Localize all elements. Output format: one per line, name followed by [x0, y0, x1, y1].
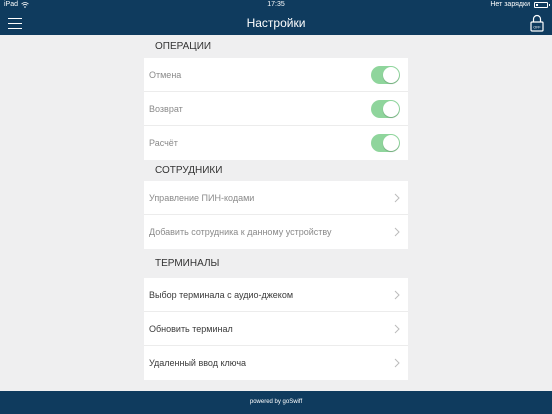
manage-pin-codes-item[interactable]: Управление ПИН-кодами: [144, 181, 408, 215]
cancel-toggle[interactable]: [371, 66, 400, 84]
section-header-terminals: ТЕРМИНАЛЫ: [144, 249, 408, 278]
settings-list: ОПЕРАЦИИ Отмена Возврат Расчёт СОТРУДНИК…: [144, 35, 408, 391]
toggle-knob: [383, 67, 399, 83]
status-bar: iPad 17:35 Нет зарядки: [0, 0, 552, 11]
setting-row-refund: Возврат: [144, 92, 408, 126]
select-audio-jack-terminal-item[interactable]: Выбор терминала с аудио-джеком: [144, 278, 408, 312]
lock-label: OFF: [533, 26, 541, 30]
update-terminal-item[interactable]: Обновить терминал: [144, 312, 408, 346]
powered-by-text: powered by goSwiff: [249, 399, 303, 405]
remote-key-injection-item[interactable]: Удаленный ввод ключа: [144, 346, 408, 380]
chevron-right-icon: [394, 290, 400, 300]
lock-icon: OFF: [530, 14, 544, 32]
status-right: Нет зарядки: [490, 1, 550, 8]
battery-status-text: Нет зарядки: [490, 1, 530, 8]
section-terminals: Выбор терминала с аудио-джеком Обновить …: [144, 278, 408, 380]
chevron-right-icon: [394, 227, 400, 237]
setting-label: Возврат: [149, 103, 183, 114]
setting-label: Отмена: [149, 69, 182, 80]
chevron-right-icon: [394, 324, 400, 334]
setting-label: Расчёт: [149, 138, 178, 148]
item-label: Удаленный ввод ключа: [149, 358, 247, 368]
lock-button[interactable]: OFF: [530, 14, 544, 32]
section-header-operations: ОПЕРАЦИИ: [144, 35, 408, 58]
toggle-knob: [383, 101, 399, 117]
page-title: Настройки: [246, 16, 306, 30]
item-label: Добавить сотрудника к данному устройству: [149, 227, 332, 237]
item-label: Выбор терминала с аудио-джеком: [149, 289, 294, 300]
settlement-toggle[interactable]: [371, 134, 400, 152]
setting-row-settlement: Расчёт: [144, 126, 408, 160]
item-label: Обновить терминал: [149, 323, 233, 334]
chevron-right-icon: [394, 358, 400, 368]
nav-bar: Настройки OFF: [0, 11, 552, 35]
chevron-right-icon: [394, 193, 400, 203]
refund-toggle[interactable]: [371, 100, 400, 118]
item-label: Управление ПИН-кодами: [149, 192, 255, 203]
setting-row-cancel: Отмена: [144, 58, 408, 92]
toggle-knob: [383, 135, 399, 151]
status-time: 17:35: [267, 1, 285, 8]
section-header-employees: СОТРУДНИКИ: [144, 160, 408, 181]
add-employee-item[interactable]: Добавить сотрудника к данному устройству: [144, 215, 408, 249]
battery-icon: [534, 1, 550, 8]
battery-level: [536, 3, 538, 6]
footer: powered by goSwiff: [0, 391, 552, 414]
section-employees: Управление ПИН-кодами Добавить сотрудник…: [144, 181, 408, 249]
section-operations: Отмена Возврат Расчёт: [144, 58, 408, 160]
